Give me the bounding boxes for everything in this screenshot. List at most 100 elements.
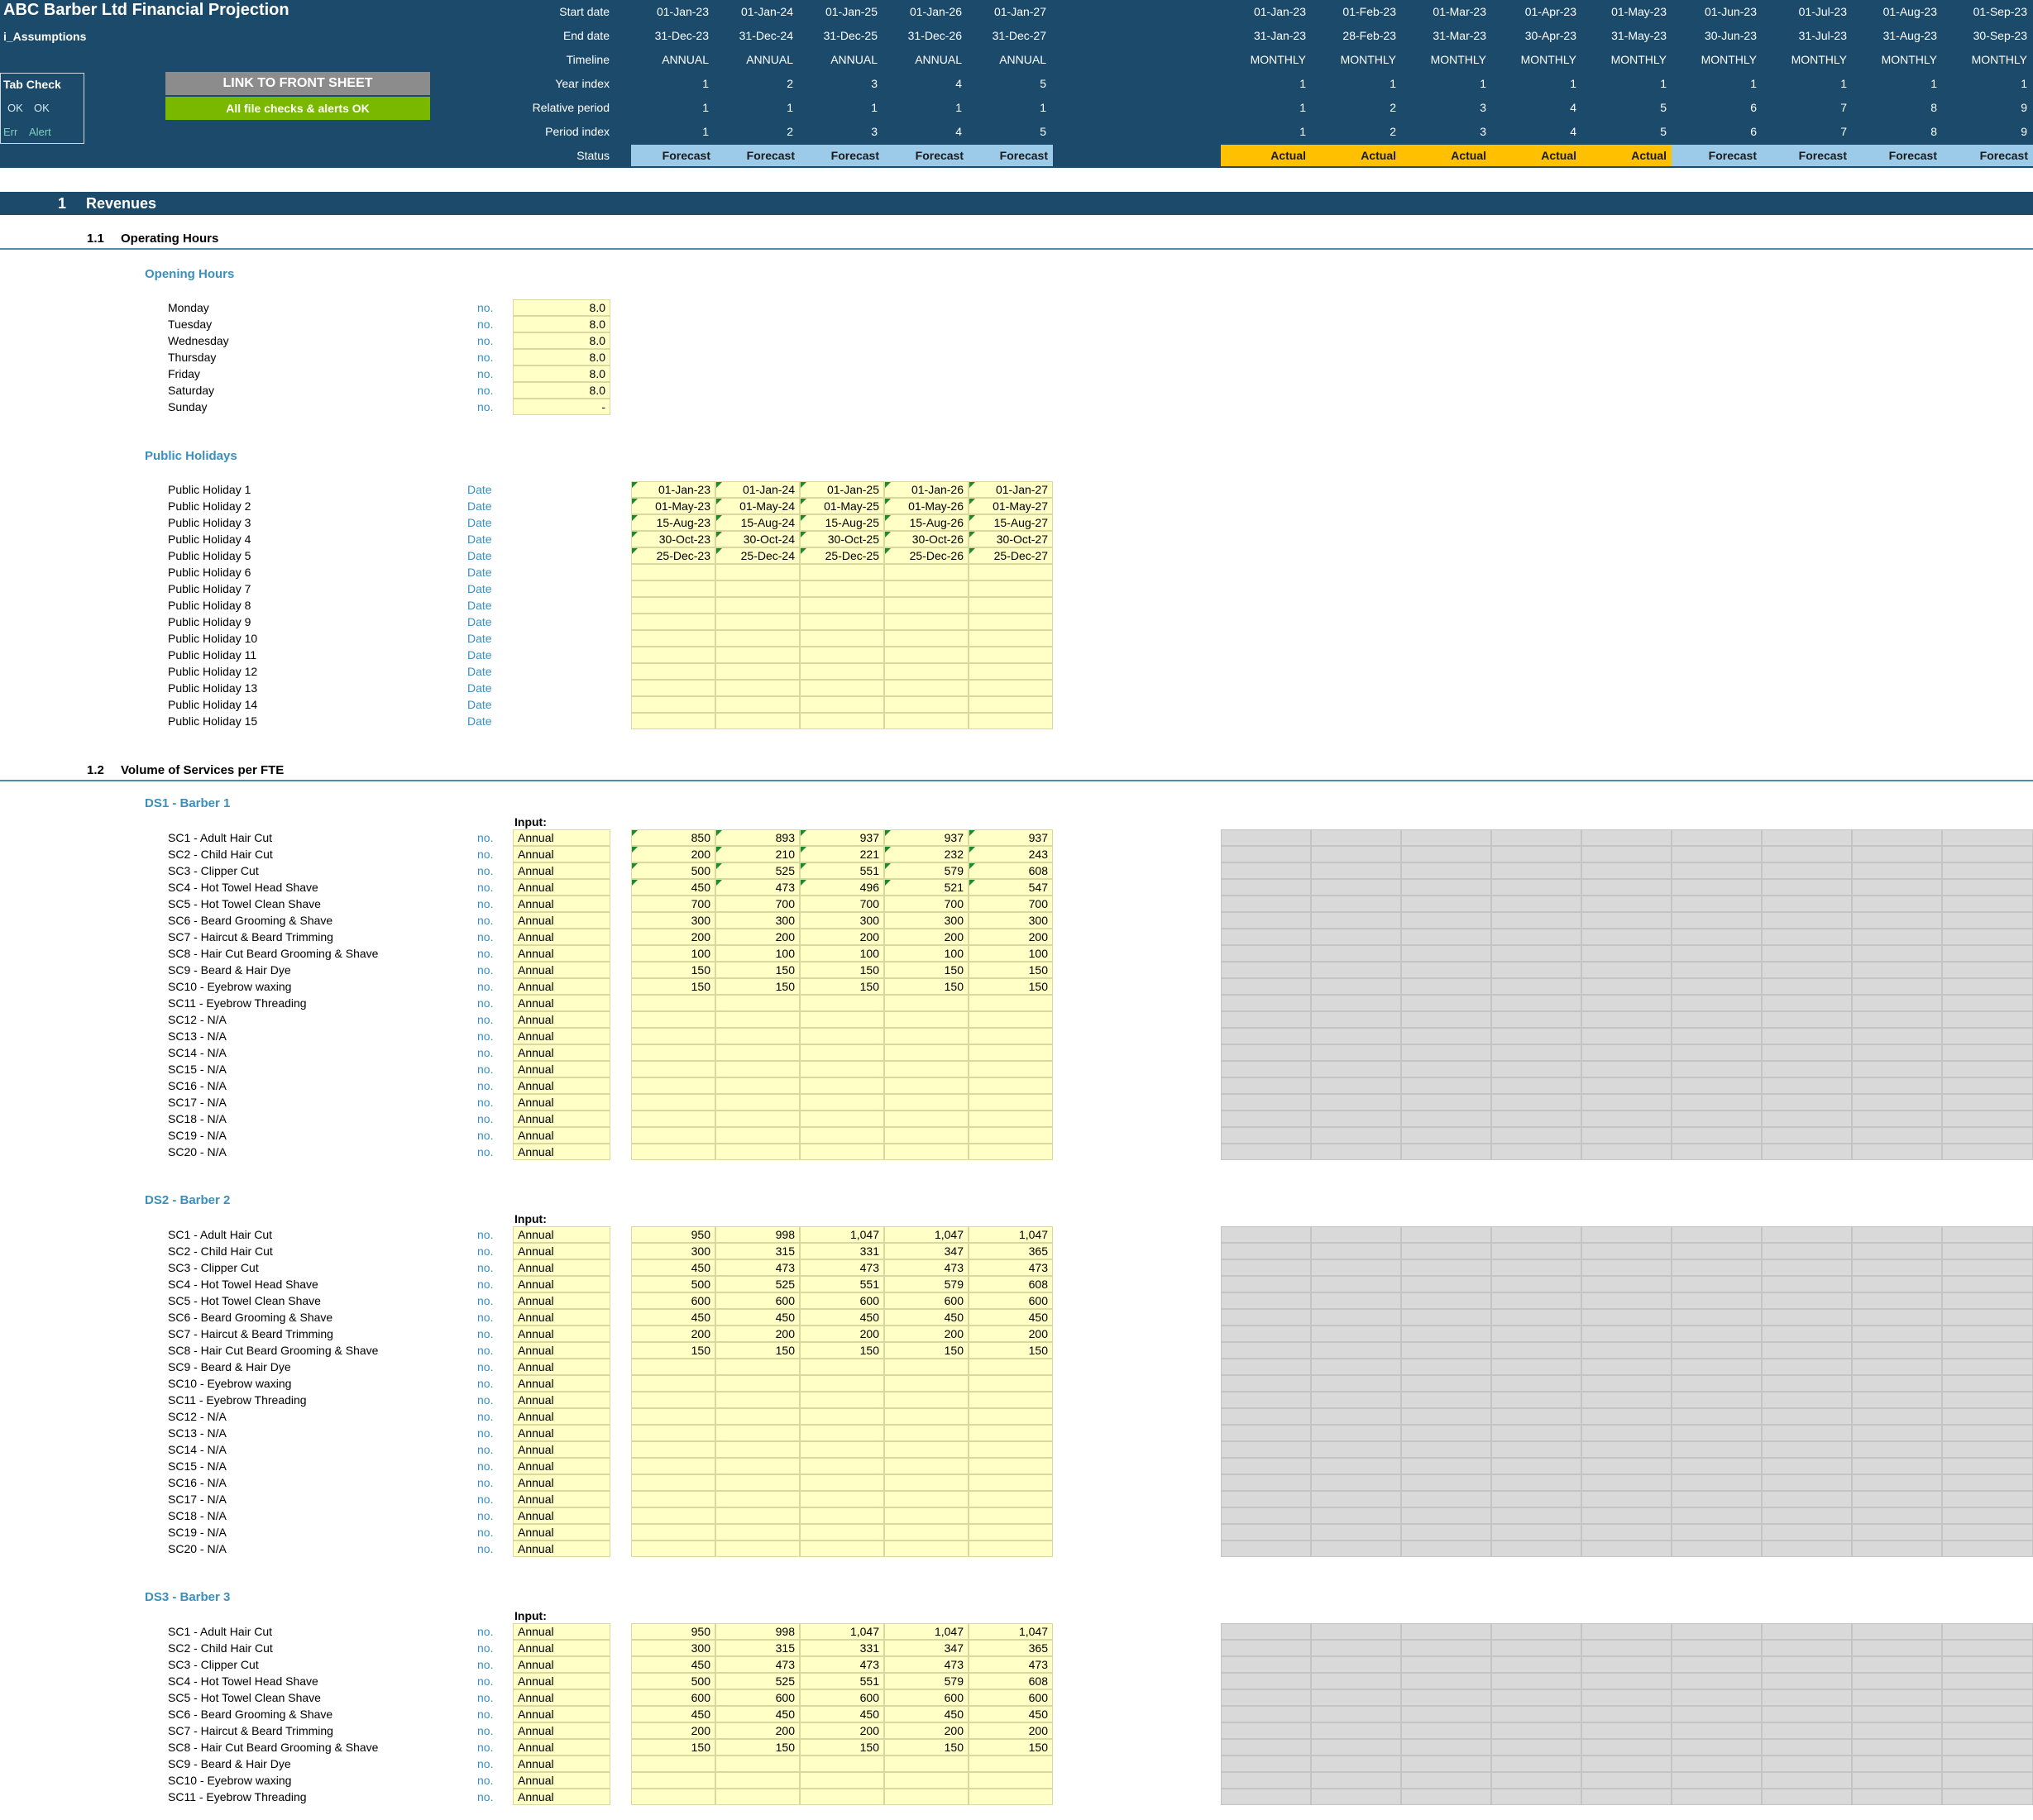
- holiday-date-input[interactable]: 01-Jan-23: [631, 481, 715, 498]
- frequency-input[interactable]: Annual: [513, 1011, 610, 1028]
- service-volume-input[interactable]: 243: [969, 846, 1053, 862]
- service-volume-input[interactable]: 700: [800, 896, 884, 912]
- service-volume-input[interactable]: [715, 1474, 800, 1491]
- service-volume-input[interactable]: 1,047: [800, 1226, 884, 1243]
- service-volume-input[interactable]: 600: [715, 1689, 800, 1706]
- holiday-date-input[interactable]: [800, 647, 884, 663]
- service-volume-input[interactable]: [800, 1507, 884, 1524]
- holiday-date-input[interactable]: [884, 696, 969, 713]
- service-volume-input[interactable]: [800, 1359, 884, 1375]
- service-volume-input[interactable]: [969, 1094, 1053, 1111]
- holiday-date-input[interactable]: 01-Jan-27: [969, 481, 1053, 498]
- service-volume-input[interactable]: 1,047: [800, 1623, 884, 1640]
- service-volume-input[interactable]: 473: [884, 1656, 969, 1673]
- service-volume-input[interactable]: [715, 1359, 800, 1375]
- service-volume-input[interactable]: 600: [969, 1292, 1053, 1309]
- service-volume-input[interactable]: 100: [884, 945, 969, 962]
- service-volume-input[interactable]: 200: [631, 846, 715, 862]
- service-volume-input[interactable]: [800, 1408, 884, 1425]
- service-volume-input[interactable]: 521: [884, 879, 969, 896]
- service-volume-input[interactable]: 608: [969, 1276, 1053, 1292]
- frequency-input[interactable]: Annual: [513, 1656, 610, 1673]
- service-volume-input[interactable]: 315: [715, 1243, 800, 1259]
- frequency-input[interactable]: Annual: [513, 1706, 610, 1722]
- service-volume-input[interactable]: [969, 1524, 1053, 1541]
- service-volume-input[interactable]: [631, 1524, 715, 1541]
- holiday-date-input[interactable]: [715, 580, 800, 597]
- frequency-input[interactable]: Annual: [513, 1111, 610, 1127]
- service-volume-input[interactable]: [969, 1756, 1053, 1772]
- holiday-date-input[interactable]: [631, 614, 715, 630]
- service-volume-input[interactable]: [715, 1772, 800, 1789]
- service-volume-input[interactable]: [715, 1789, 800, 1805]
- holiday-date-input[interactable]: 25-Dec-25: [800, 547, 884, 564]
- opening-hours-input[interactable]: 8.0: [513, 365, 610, 382]
- service-volume-input[interactable]: 473: [969, 1259, 1053, 1276]
- holiday-date-input[interactable]: [969, 713, 1053, 729]
- service-volume-input[interactable]: [631, 1127, 715, 1144]
- frequency-input[interactable]: Annual: [513, 1342, 610, 1359]
- service-volume-input[interactable]: 500: [631, 1673, 715, 1689]
- holiday-date-input[interactable]: [884, 597, 969, 614]
- service-volume-input[interactable]: [800, 1044, 884, 1061]
- holiday-date-input[interactable]: [884, 630, 969, 647]
- frequency-input[interactable]: Annual: [513, 879, 610, 896]
- service-volume-input[interactable]: [800, 1789, 884, 1805]
- opening-hours-input[interactable]: 8.0: [513, 316, 610, 332]
- service-volume-input[interactable]: [631, 1111, 715, 1127]
- service-volume-input[interactable]: 150: [884, 1342, 969, 1359]
- service-volume-input[interactable]: [800, 1375, 884, 1392]
- service-volume-input[interactable]: [800, 1127, 884, 1144]
- service-volume-input[interactable]: 150: [800, 1342, 884, 1359]
- service-volume-input[interactable]: 473: [715, 879, 800, 896]
- service-volume-input[interactable]: [631, 1458, 715, 1474]
- service-volume-input[interactable]: [631, 995, 715, 1011]
- frequency-input[interactable]: Annual: [513, 978, 610, 995]
- service-volume-input[interactable]: [631, 1756, 715, 1772]
- service-volume-input[interactable]: [969, 1491, 1053, 1507]
- holiday-date-input[interactable]: 01-May-27: [969, 498, 1053, 514]
- service-volume-input[interactable]: 300: [631, 1243, 715, 1259]
- frequency-input[interactable]: Annual: [513, 995, 610, 1011]
- service-volume-input[interactable]: 950: [631, 1623, 715, 1640]
- service-volume-input[interactable]: 150: [800, 1739, 884, 1756]
- frequency-input[interactable]: Annual: [513, 962, 610, 978]
- holiday-date-input[interactable]: [715, 713, 800, 729]
- frequency-input[interactable]: Annual: [513, 1375, 610, 1392]
- service-volume-input[interactable]: 937: [800, 829, 884, 846]
- frequency-input[interactable]: Annual: [513, 1028, 610, 1044]
- service-volume-input[interactable]: [715, 1756, 800, 1772]
- service-volume-input[interactable]: [631, 1077, 715, 1094]
- service-volume-input[interactable]: 200: [715, 1326, 800, 1342]
- frequency-input[interactable]: Annual: [513, 1507, 610, 1524]
- service-volume-input[interactable]: [884, 995, 969, 1011]
- frequency-input[interactable]: Annual: [513, 945, 610, 962]
- holiday-date-input[interactable]: [631, 680, 715, 696]
- service-volume-input[interactable]: 500: [631, 1276, 715, 1292]
- service-volume-input[interactable]: 200: [884, 1326, 969, 1342]
- holiday-date-input[interactable]: [800, 580, 884, 597]
- holiday-date-input[interactable]: [631, 580, 715, 597]
- service-volume-input[interactable]: [884, 1028, 969, 1044]
- frequency-input[interactable]: Annual: [513, 1689, 610, 1706]
- holiday-date-input[interactable]: [969, 597, 1053, 614]
- frequency-input[interactable]: Annual: [513, 1077, 610, 1094]
- service-volume-input[interactable]: 450: [969, 1706, 1053, 1722]
- service-volume-input[interactable]: [884, 1441, 969, 1458]
- holiday-date-input[interactable]: [884, 663, 969, 680]
- service-volume-input[interactable]: 200: [969, 929, 1053, 945]
- service-volume-input[interactable]: 347: [884, 1640, 969, 1656]
- frequency-input[interactable]: Annual: [513, 912, 610, 929]
- service-volume-input[interactable]: 450: [631, 1259, 715, 1276]
- service-volume-input[interactable]: [884, 1474, 969, 1491]
- service-volume-input[interactable]: [631, 1144, 715, 1160]
- service-volume-input[interactable]: [800, 1474, 884, 1491]
- service-volume-input[interactable]: [884, 1111, 969, 1127]
- holiday-date-input[interactable]: [631, 564, 715, 580]
- service-volume-input[interactable]: [800, 1425, 884, 1441]
- service-volume-input[interactable]: [884, 1011, 969, 1028]
- service-volume-input[interactable]: [800, 1756, 884, 1772]
- service-volume-input[interactable]: [969, 1127, 1053, 1144]
- service-volume-input[interactable]: [631, 1028, 715, 1044]
- service-volume-input[interactable]: 579: [884, 862, 969, 879]
